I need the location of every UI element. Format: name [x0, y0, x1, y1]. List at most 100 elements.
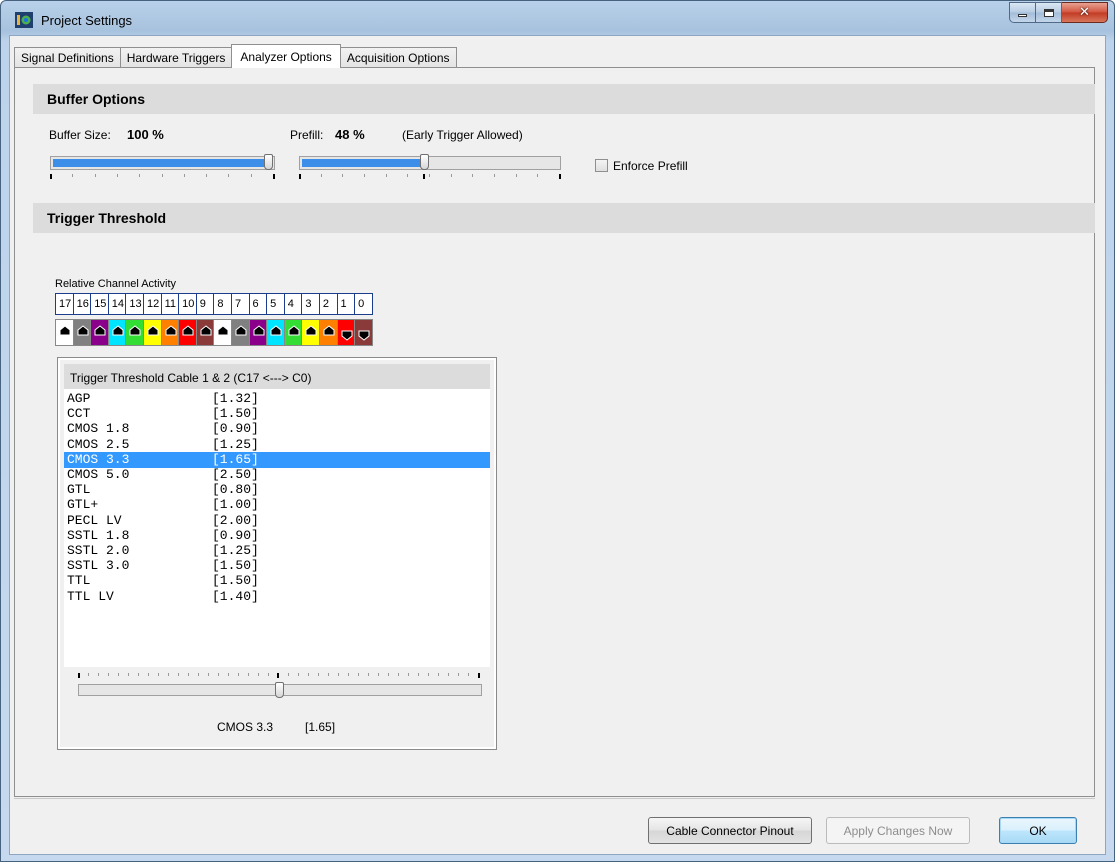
tick-mark [308, 673, 309, 676]
channel-activity-3[interactable] [301, 319, 320, 346]
project-settings-window: Project Settings ✕ Signal Definitions Ha… [0, 0, 1115, 862]
channel-activity-14[interactable] [107, 319, 127, 346]
tab-analyzer-options[interactable]: Analyzer Options [231, 44, 341, 68]
tick-mark [118, 673, 119, 676]
channel-number-3: 3 [301, 293, 320, 315]
cable-connector-pinout-button[interactable]: Cable Connector Pinout [648, 817, 812, 844]
threshold-list-item[interactable]: TTL [1.50] [64, 573, 490, 589]
maximize-icon [1043, 8, 1054, 17]
minimize-icon [1018, 14, 1027, 17]
enforce-prefill-label[interactable]: Enforce Prefill [613, 159, 688, 173]
minimize-button[interactable] [1009, 2, 1036, 23]
threshold-list[interactable]: AGP [1.32] CCT [1.50] CMOS 1.8 [0.90] CMOS 2.5… [64, 389, 490, 667]
close-button[interactable]: ✕ [1062, 2, 1108, 23]
channel-activity-8[interactable] [213, 319, 232, 346]
tick-mark [158, 673, 159, 676]
tab-hardware-triggers[interactable]: Hardware Triggers [119, 47, 233, 68]
arrow-up-icon [182, 325, 194, 336]
channel-activity-9[interactable] [195, 319, 215, 346]
tick-mark [368, 673, 369, 676]
threshold-thumb[interactable] [275, 682, 284, 698]
channel-activity-17[interactable] [55, 319, 74, 346]
threshold-list-item[interactable]: SSTL 3.0 [1.50] [64, 558, 490, 574]
prefill-slider[interactable] [299, 154, 561, 170]
channel-activity-0[interactable] [354, 319, 373, 346]
channel-activity-11[interactable] [160, 319, 180, 346]
threshold-list-item[interactable]: GTL [0.80] [64, 482, 490, 498]
threshold-list-item[interactable]: AGP [1.32] [64, 391, 490, 407]
threshold-standard-name: CCT [67, 406, 91, 422]
threshold-list-item[interactable]: GTL+ [1.00] [64, 497, 490, 513]
threshold-list-item[interactable]: CMOS 5.0 [2.50] [64, 467, 490, 483]
channel-activity-16[interactable] [72, 319, 92, 346]
channel-activity-12[interactable] [142, 319, 162, 346]
arrow-up-icon [165, 325, 177, 336]
channel-activity-13[interactable] [125, 319, 144, 346]
tick-mark [494, 174, 495, 177]
threshold-slider[interactable] [78, 682, 482, 698]
threshold-standard-value: [0.80] [212, 482, 259, 498]
apply-changes-now-button[interactable]: Apply Changes Now [826, 817, 970, 844]
tick-mark [238, 673, 239, 676]
channel-activity-4[interactable] [283, 319, 303, 346]
arrow-up-icon [235, 325, 247, 336]
selected-threshold-value: [1.65] [305, 720, 336, 734]
tick-mark [288, 673, 289, 676]
app-icon [15, 12, 33, 28]
channel-activity-10[interactable] [178, 319, 197, 346]
threshold-standard-name: PECL LV [67, 512, 122, 528]
threshold-panel-header: Trigger Threshold Cable 1 & 2 (C17 <--->… [64, 364, 490, 389]
channel-number-row: 17 16 15 14 13 12 11 10 9 8 7 6 5 4 3 2 1 0 [55, 293, 373, 315]
tick-mark [108, 673, 109, 676]
analyzer-options-panel: Buffer Options Buffer Size: 100 % Prefil… [14, 67, 1095, 797]
threshold-list-item[interactable]: CCT [1.50] [64, 406, 490, 422]
threshold-standard-name: CMOS 1.8 [67, 421, 130, 437]
channel-activity-6[interactable] [248, 319, 268, 346]
channel-number-6: 6 [248, 293, 268, 315]
tab-signal-definitions[interactable]: Signal Definitions [14, 47, 121, 68]
ok-button[interactable]: OK [999, 817, 1077, 844]
tick-mark [378, 673, 379, 676]
title-bar[interactable]: Project Settings ✕ [1, 1, 1114, 35]
threshold-standard-name: GTL+ [67, 497, 99, 513]
channel-number-7: 7 [230, 293, 250, 315]
threshold-standard-name: SSTL 3.0 [67, 558, 130, 574]
channel-activity-1[interactable] [336, 319, 356, 346]
threshold-list-item[interactable]: CMOS 2.5 [1.25] [64, 437, 490, 453]
channel-activity-5[interactable] [266, 319, 285, 346]
maximize-button[interactable] [1036, 2, 1062, 23]
threshold-standard-value: [2.50] [212, 467, 259, 482]
tick-mark [95, 174, 96, 177]
threshold-list-item[interactable]: CMOS 1.8 [0.90] [64, 421, 490, 437]
arrow-up-icon [200, 325, 212, 336]
arrow-up-icon [129, 325, 141, 336]
threshold-list-item[interactable]: SSTL 2.0 [1.25] [64, 543, 490, 559]
threshold-list-item[interactable]: TTL LV [1.40] [64, 589, 490, 605]
threshold-standard-name: AGP [67, 391, 91, 406]
tick-mark [138, 673, 139, 676]
threshold-standard-value: [1.00] [212, 497, 259, 513]
buffer-size-slider[interactable] [50, 154, 275, 170]
enforce-prefill-checkbox[interactable] [595, 159, 608, 172]
channel-activity-15[interactable] [90, 319, 109, 346]
threshold-list-item[interactable]: SSTL 1.8 [0.90] [64, 528, 490, 544]
arrow-up-icon [77, 325, 89, 336]
channel-activity-2[interactable] [318, 319, 338, 346]
arrow-up-icon [59, 325, 71, 336]
threshold-list-item[interactable]: CMOS 3.3 [1.65] [64, 451, 490, 468]
channel-number-11: 11 [160, 293, 180, 315]
tick-marker [423, 174, 425, 179]
arrow-up-icon [305, 325, 317, 336]
arrow-up-icon [323, 325, 335, 336]
arrow-up-icon [147, 325, 159, 336]
threshold-list-item[interactable]: PECL LV [2.00] [64, 513, 490, 529]
threshold-ticks [78, 673, 480, 679]
window-controls: ✕ [1009, 2, 1108, 23]
buffer-size-thumb[interactable] [264, 154, 273, 170]
tick-mark [258, 673, 259, 676]
trigger-threshold-header: Trigger Threshold [33, 203, 1095, 233]
channel-activity-7[interactable] [230, 319, 250, 346]
prefill-thumb[interactable] [420, 154, 429, 170]
prefill-ticks [299, 174, 561, 180]
tab-acquisition-options[interactable]: Acquisition Options [339, 47, 457, 68]
